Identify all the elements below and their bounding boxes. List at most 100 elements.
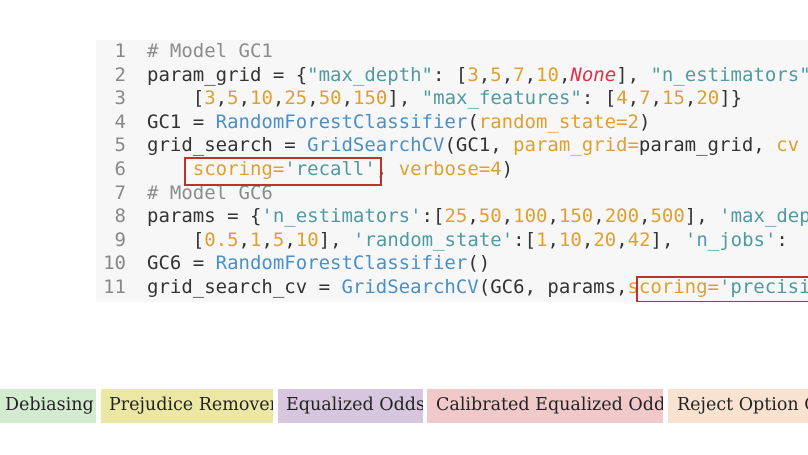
code-token: 10	[536, 63, 559, 86]
code-token: 42	[627, 228, 651, 251]
code-text: grid_search = GridSearchCV(GC1, param_gr…	[147, 134, 799, 158]
code-token: 7	[513, 63, 525, 86]
code-token: ,	[272, 87, 285, 110]
code-token: ()	[467, 252, 491, 275]
code-token: ,	[684, 87, 697, 110]
code-token: "n_estimators"	[650, 63, 808, 86]
code-token: ,	[341, 87, 354, 110]
code-token: ],	[684, 205, 720, 228]
code-text: [0.5,1,5,10], 'random_state':[1,10,20,42…	[147, 229, 788, 253]
code-token: params = {	[147, 205, 262, 228]
code-token: 20	[593, 228, 617, 251]
code-text: # Model GC1	[147, 40, 273, 64]
code-line: 1 # Model GC1	[96, 40, 808, 64]
line-number: 6	[114, 158, 126, 180]
code-token: param_grid=	[513, 134, 639, 157]
code-token: ,	[547, 228, 559, 251]
code-line: 4 GC1 = RandomForestClassifier(random_sta…	[96, 111, 808, 135]
code-token: 200	[604, 205, 640, 228]
code-token: :	[776, 228, 788, 251]
code-token: ,	[524, 63, 537, 86]
code-token: 150	[558, 205, 594, 228]
code-token: [	[147, 228, 205, 251]
code-text: GC1 = RandomForestClassifier(random_stat…	[147, 111, 650, 135]
code-token: )	[501, 158, 514, 180]
code-token: 5	[490, 63, 502, 86]
code-token: 'max_depth'	[719, 205, 808, 228]
code-token: 25	[444, 205, 468, 228]
code-token: )	[638, 110, 651, 133]
code-token: param_grid,	[638, 134, 777, 157]
code-token: ],	[616, 63, 651, 86]
code-token: 7	[639, 87, 651, 110]
code-token: "max_depth"	[307, 63, 433, 86]
code-token: GC6 =	[147, 252, 216, 275]
code-line: 9 [0.5,1,5,10], 'random_state':[1,10,20,…	[96, 229, 808, 253]
line-number: 7	[114, 181, 126, 204]
code-line: 8 params = {'n_estimators':[25,50,100,150…	[96, 205, 808, 229]
code-token: 1	[536, 228, 548, 251]
code-token: # Model GC1	[147, 40, 273, 62]
code-token: verbose=	[398, 158, 491, 180]
code-token: 4	[490, 158, 502, 180]
code-text: param_grid = {"max_depth": [3,5,7,10,Non…	[147, 64, 808, 88]
code-token: 50	[318, 87, 342, 110]
code-token: 100	[513, 205, 548, 228]
code-token: ,	[616, 228, 628, 251]
code-token: 'random_state'	[353, 228, 514, 251]
code-token: 15	[662, 87, 685, 110]
code-token: ,	[501, 63, 514, 86]
line-number: 5	[114, 134, 126, 157]
code-token: random_state=	[478, 110, 628, 133]
code-token: param_grid = {	[147, 63, 308, 86]
code-token: GC1 =	[147, 110, 216, 133]
code-token: "max_features"	[421, 87, 582, 110]
code-text: [3,5,10,25,50,150], "max_features": [4,7…	[147, 87, 742, 111]
code-line: 5 grid_search = GridSearchCV(GC1, param_g…	[96, 134, 808, 158]
code-token: ,	[284, 228, 296, 251]
code-token: 20	[696, 87, 720, 110]
code-token: 2	[627, 110, 639, 133]
code-token: ,	[593, 205, 605, 228]
line-number: 11	[103, 276, 126, 298]
line-number: 10	[103, 252, 126, 275]
code-token: grid_search_cv =	[147, 276, 342, 298]
code-token: 0.5	[204, 228, 239, 251]
highlight-box-precision	[636, 276, 808, 302]
code-token: ,	[650, 87, 662, 110]
code-token: 3	[204, 87, 216, 110]
line-number: 4	[114, 110, 126, 133]
fairness-method-tags: Debiasing Prejudice Remover Equalized Od…	[0, 389, 808, 423]
line-number: 8	[114, 205, 126, 228]
code-token: ,	[238, 87, 251, 110]
code-token: 'n_estimators'	[261, 205, 422, 228]
code-token: RandomForestClassifier	[215, 252, 468, 275]
highlight-box-recall	[184, 157, 382, 186]
code-token: (	[467, 110, 479, 133]
code-token: : [	[433, 63, 468, 86]
code-token: 5	[272, 228, 285, 251]
code-token: 10	[295, 228, 319, 251]
code-token: 150	[353, 87, 388, 110]
code-block: 11 grid_search_cv = GridSearchCV(GC6, par…	[96, 40, 808, 302]
code-token: ],	[387, 87, 422, 110]
code-token: GridSearchCV	[307, 134, 445, 157]
code-token: RandomForestClassifier	[215, 110, 468, 133]
code-token: ]}	[719, 87, 743, 110]
code-token: cv	[776, 134, 800, 157]
code-token: ],	[650, 228, 685, 251]
code-token: ,	[627, 87, 640, 110]
code-token: ,	[215, 87, 228, 110]
code-token: ,	[639, 205, 651, 228]
code-token: 500	[650, 205, 685, 228]
code-token: None	[570, 63, 617, 86]
code-token: ,	[558, 63, 571, 86]
code-token: grid_search =	[147, 134, 308, 157]
code-text: params = {'n_estimators':[25,50,100,150,…	[147, 205, 808, 229]
code-token: 1	[249, 228, 262, 251]
code-token: ,	[581, 228, 594, 251]
tag-reject-option-classification: Reject Option Classification	[668, 389, 808, 423]
code-token: ,	[478, 63, 491, 86]
code-token: (GC1,	[444, 134, 514, 157]
line-number: 9	[114, 228, 126, 251]
